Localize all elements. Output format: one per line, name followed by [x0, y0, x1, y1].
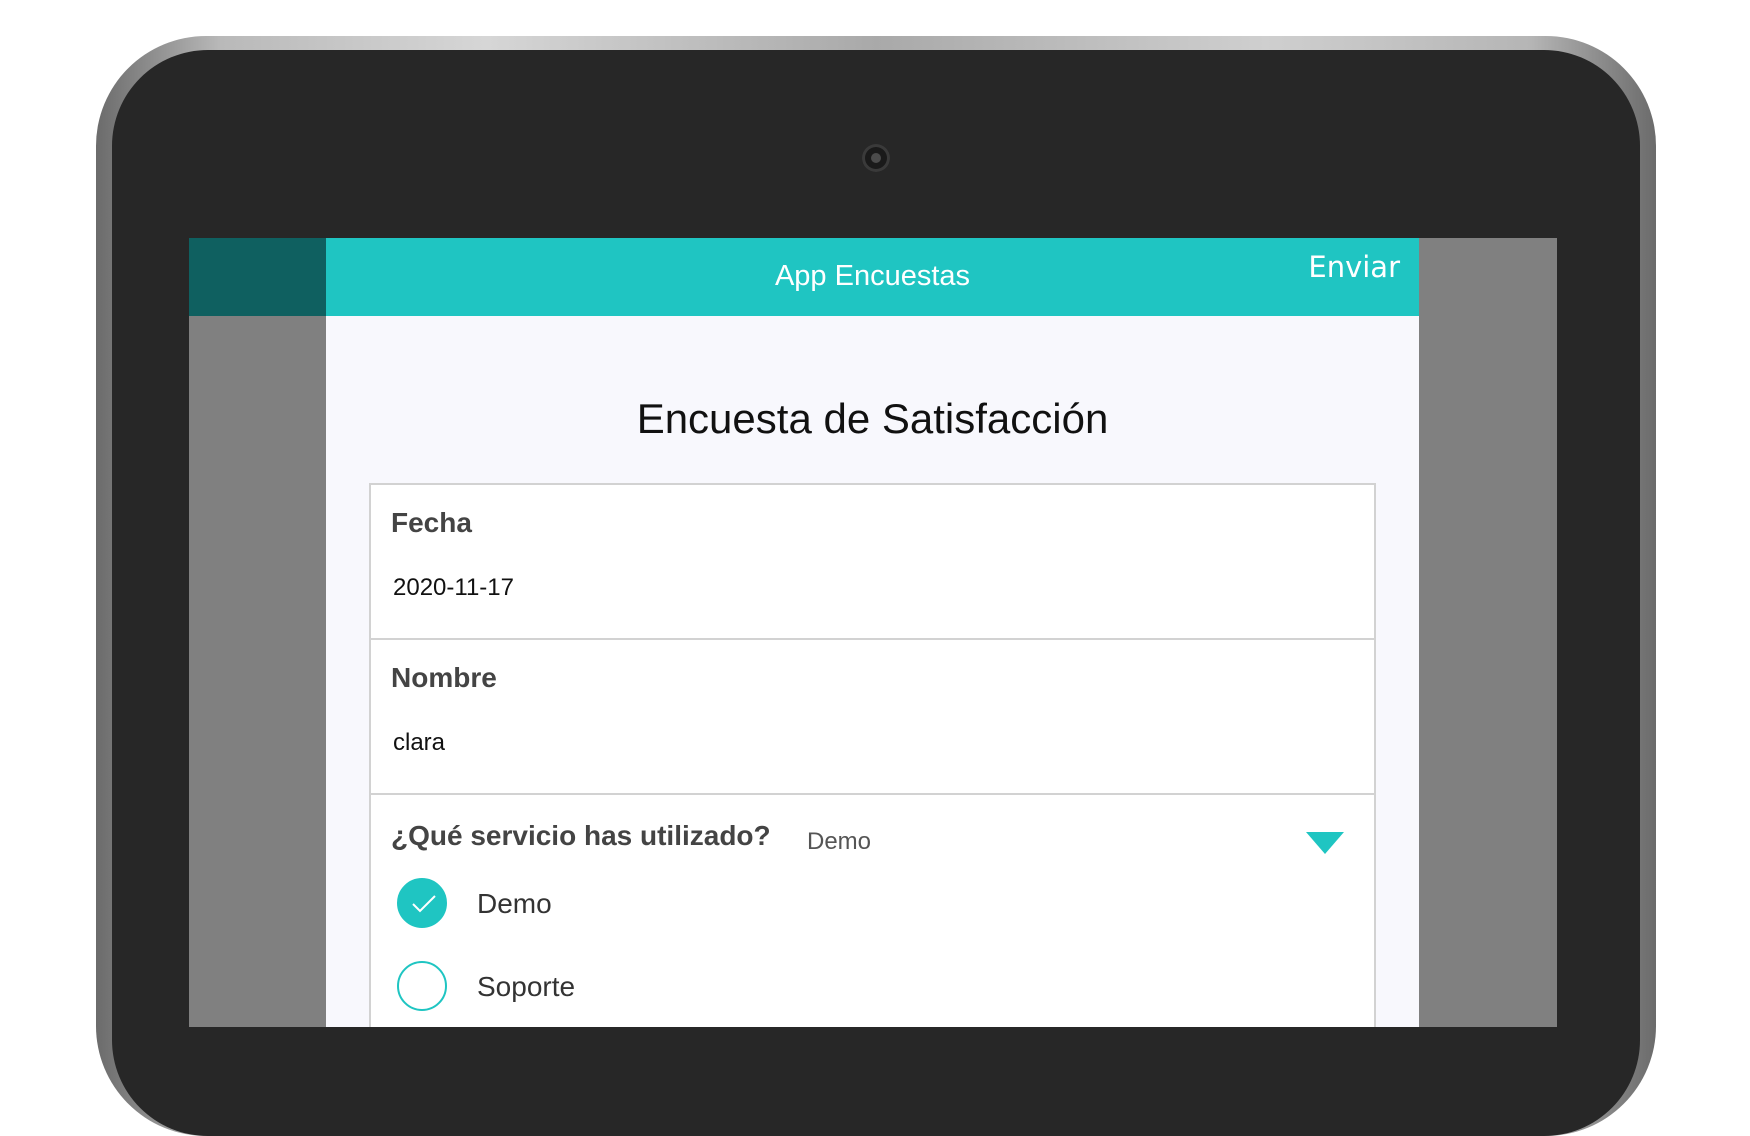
- option-demo[interactable]: Demo: [397, 878, 997, 932]
- page-title: Encuesta de Satisfacción: [636, 395, 1109, 442]
- option-soporte-label: Soporte: [477, 971, 576, 1002]
- radio-soporte[interactable]: [397, 961, 447, 1011]
- service-question: ¿Qué servicio has utilizado? Demo Demo S…: [371, 795, 1374, 1027]
- chevron-down-icon[interactable]: [1306, 832, 1344, 854]
- split-view-sidebar-header: [189, 238, 326, 316]
- navigation-bar: App Encuestas Enviar: [326, 238, 1419, 316]
- option-soporte[interactable]: Soporte: [397, 961, 997, 1015]
- check-icon: [412, 895, 436, 913]
- date-value[interactable]: 2020-11-17: [393, 574, 514, 602]
- camera-icon: [862, 144, 890, 172]
- name-input[interactable]: clara: [393, 729, 445, 757]
- date-field[interactable]: Fecha 2020-11-17: [371, 485, 1374, 640]
- survey-form: Fecha 2020-11-17 Nombre clara ¿Qué servi…: [369, 483, 1376, 1027]
- option-demo-label: Demo: [477, 888, 552, 919]
- screen: App Encuestas Enviar Encuesta de Satisfa…: [189, 238, 1557, 1027]
- name-field[interactable]: Nombre clara: [371, 640, 1374, 795]
- date-label: Fecha: [391, 507, 472, 538]
- question-label: ¿Qué servicio has utilizado?: [391, 820, 771, 851]
- send-button[interactable]: Enviar: [1308, 250, 1400, 284]
- radio-demo[interactable]: [397, 878, 447, 928]
- name-label: Nombre: [391, 662, 497, 693]
- nav-title: App Encuestas: [774, 260, 971, 292]
- survey-panel: App Encuestas Enviar Encuesta de Satisfa…: [326, 238, 1419, 1027]
- selected-service[interactable]: Demo: [807, 828, 871, 856]
